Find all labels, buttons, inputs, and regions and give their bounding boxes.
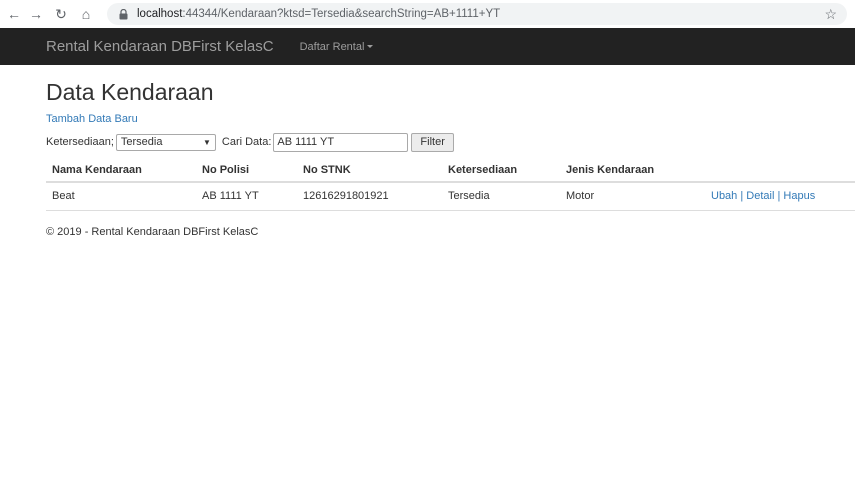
url-path: :44344/Kendaraan?ktsd=Tersedia&searchStr…	[182, 8, 501, 20]
create-new-link[interactable]: Tambah Data Baru	[46, 113, 855, 125]
header-no-stnk: No STNK	[297, 158, 442, 183]
cell-stnk: 12616291801921	[297, 182, 442, 211]
cell-jenis: Motor	[560, 182, 705, 211]
bookmark-star-icon[interactable]: ☆	[824, 6, 837, 23]
cell-actions: Ubah | Detail | Hapus	[705, 182, 855, 211]
action-separator: |	[740, 190, 744, 203]
header-no-polisi: No Polisi	[196, 158, 297, 183]
filter-form: Ketersediaan; Tersedia ▼ Cari Data: Filt…	[46, 132, 855, 152]
address-bar[interactable]: localhost:44344/Kendaraan?ktsd=Tersedia&…	[107, 3, 847, 25]
table-row: Beat AB 1111 YT 12616291801921 Tersedia …	[46, 182, 855, 211]
top-navbar: Rental Kendaraan DBFirst KelasC Daftar R…	[0, 28, 855, 65]
caret-down-icon	[367, 45, 374, 48]
cell-nama: Beat	[46, 182, 196, 211]
ketersediaan-select[interactable]: Tersedia ▼	[115, 133, 216, 151]
action-separator: |	[777, 190, 781, 203]
cari-data-label: Cari Data:	[221, 136, 272, 148]
kendaraan-table: Nama Kendaraan No Polisi No STNK Keterse…	[46, 158, 855, 211]
home-icon[interactable]: ⌂	[78, 6, 94, 22]
main-content: Data Kendaraan Tambah Data Baru Ketersed…	[46, 65, 855, 238]
back-arrow-icon[interactable]: ←	[6, 6, 22, 22]
ubah-link[interactable]: Ubah	[711, 190, 737, 202]
forward-arrow-icon[interactable]: →	[28, 6, 44, 22]
cell-ketersediaan: Tersedia	[442, 182, 560, 211]
ketersediaan-label: Ketersediaan;	[46, 136, 114, 148]
daftar-rental-dropdown[interactable]: Daftar Rental	[300, 41, 374, 53]
filter-button[interactable]: Filter	[411, 132, 454, 152]
url-host: localhost	[137, 8, 183, 20]
page-title: Data Kendaraan	[46, 79, 214, 105]
header-actions	[705, 158, 855, 183]
footer-copyright: © 2019 - Rental Kendaraan DBFirst KelasC	[46, 225, 259, 238]
ketersediaan-selected-value: Tersedia	[120, 136, 163, 148]
header-jenis-kendaraan: Jenis Kendaraan	[560, 158, 705, 183]
hapus-link[interactable]: Hapus	[783, 190, 815, 202]
header-ketersediaan: Ketersediaan	[442, 158, 560, 183]
brand-link[interactable]: Rental Kendaraan DBFirst KelasC	[46, 38, 274, 55]
reload-icon[interactable]: ↻	[53, 6, 69, 22]
cell-polisi: AB 1111 YT	[196, 182, 297, 211]
header-nama-kendaraan: Nama Kendaraan	[46, 158, 196, 183]
detail-link[interactable]: Detail	[746, 190, 774, 202]
select-arrow-icon: ▼	[202, 137, 211, 147]
lock-icon	[117, 7, 129, 21]
browser-toolbar: ← → ↻ ⌂ localhost:44344/Kendaraan?ktsd=T…	[0, 0, 855, 28]
table-header-row: Nama Kendaraan No Polisi No STNK Keterse…	[46, 158, 855, 183]
dropdown-label: Daftar Rental	[299, 40, 365, 53]
search-input[interactable]	[273, 132, 409, 152]
